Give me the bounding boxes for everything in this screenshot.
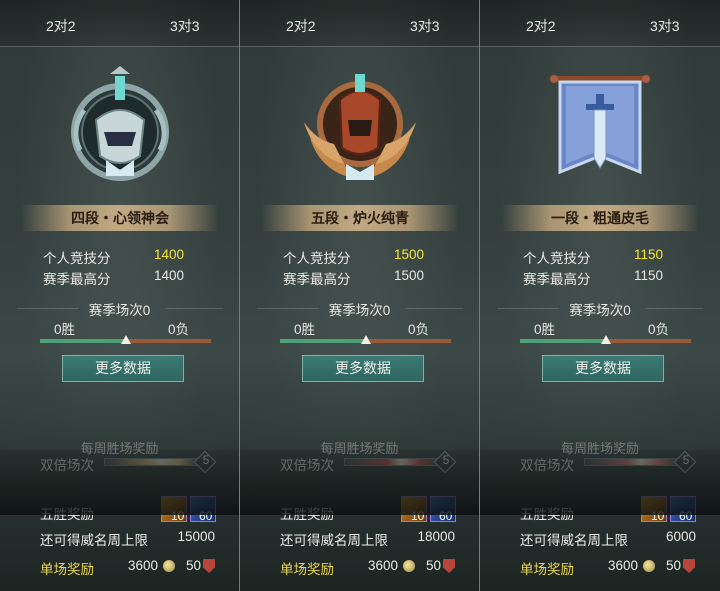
rank-panel-3: 2对2 3对3 一段・粗通皮毛 个人竞技分 1150 赛季最高分 1150 赛季… [480, 0, 720, 591]
single-badge-value: 50 [666, 558, 682, 573]
silver-helmet-emblem-icon [71, 66, 169, 181]
rank-name: 一段・粗通皮毛 [502, 205, 698, 231]
weekly-cap-value: 15000 [177, 529, 215, 544]
bronze-winged-helmet-emblem-icon [304, 74, 416, 180]
blue-banner-sword-emblem-icon [550, 75, 650, 175]
rank-name: 四段・心领神会 [22, 205, 218, 231]
wins-count: 0胜 [54, 322, 76, 337]
weekly-cap-value: 18000 [417, 529, 455, 544]
double-fill [585, 459, 679, 465]
weekly-cap-value: 6000 [665, 529, 696, 544]
wins-count: 0胜 [294, 322, 316, 337]
coin-icon [163, 560, 175, 572]
single-coins-value: 3600 [368, 558, 399, 573]
personal-score-label: 个人竞技分 [283, 251, 351, 266]
win-segment [40, 339, 126, 343]
more-data-button[interactable]: 更多数据 [542, 355, 664, 382]
weekly-cap-label: 还可得威名周上限 [40, 533, 148, 548]
ratio-marker-icon [361, 335, 371, 344]
double-matches-label: 双倍场次 [280, 458, 334, 473]
reward-2-count: 60 [439, 509, 453, 523]
five-win-reward-label: 五胜奖励 [520, 507, 574, 522]
wins-count: 0胜 [534, 322, 556, 337]
single-match-reward-label: 单场奖励 [40, 562, 94, 577]
loss-segment [126, 339, 211, 343]
win-loss-bar [280, 335, 451, 344]
personal-score-value: 1400 [154, 247, 185, 262]
rank-panel-1: 2对2 3对3 四段・心领神会 个人竞技分 1400 赛季最高分 1400 赛季… [0, 0, 240, 591]
more-data-button[interactable]: 更多数据 [302, 355, 424, 382]
double-fill [345, 459, 439, 465]
rank-name: 五段・炉火纯青 [262, 205, 458, 231]
win-loss-bar [40, 335, 211, 344]
single-match-reward-label: 单场奖励 [520, 562, 574, 577]
win-loss-bar [520, 335, 691, 344]
season-high-label: 赛季最高分 [523, 272, 591, 287]
double-max: 5 [442, 453, 450, 467]
loss-segment [366, 339, 451, 343]
win-segment [520, 339, 606, 343]
personal-score-value: 1150 [634, 247, 664, 262]
tab-2v2[interactable]: 2对2 [286, 16, 316, 36]
ratio-marker-icon [601, 335, 611, 344]
single-badge-value: 50 [426, 558, 442, 573]
reward-1-count: 10 [651, 509, 665, 523]
losses-count: 0负 [408, 322, 430, 337]
double-max: 5 [682, 453, 690, 467]
shield-badge-icon [443, 559, 455, 573]
tab-3v3[interactable]: 3对3 [410, 16, 440, 36]
rank-panel-2: 2对2 3对3 五段・炉火纯青 个人竞技分 1500 赛季最高分 1500 赛季… [240, 0, 480, 591]
season-matches: 赛季场次0 [569, 303, 631, 318]
season-matches: 赛季场次0 [88, 303, 151, 318]
double-matches-label: 双倍场次 [520, 458, 574, 473]
arena-rank-screen: 2对2 3对3 四段・心领神会 个人竞技分 1400 赛季最高分 1400 赛季… [0, 0, 720, 591]
single-coins-value: 3600 [608, 558, 639, 573]
double-matches-bar: 5 [104, 450, 217, 474]
single-match-reward-label: 单场奖励 [280, 562, 334, 577]
personal-score-value: 1500 [394, 247, 425, 262]
season-high-label: 赛季最高分 [43, 272, 111, 287]
season-high-value: 1500 [394, 268, 425, 283]
tab-3v3[interactable]: 3对3 [170, 16, 200, 36]
reward-1-count: 10 [411, 509, 425, 523]
double-matches-bar: 5 [344, 450, 457, 474]
personal-score-label: 个人竞技分 [523, 251, 591, 266]
mode-tabs: 2对2 3对3 [240, 0, 479, 47]
season-high-value: 1150 [634, 268, 664, 283]
reward-1-count: 10 [171, 509, 185, 523]
mode-tabs: 2对2 3对3 [0, 0, 239, 47]
personal-score-label: 个人竞技分 [43, 251, 111, 266]
loss-segment [606, 339, 691, 343]
losses-count: 0负 [648, 322, 670, 337]
mode-tabs: 2对2 3对3 [480, 0, 720, 47]
ratio-marker-icon [121, 335, 131, 344]
losses-count: 0负 [168, 322, 190, 337]
coin-icon [403, 560, 415, 572]
tab-3v3[interactable]: 3对3 [650, 16, 680, 36]
reward-2-count: 60 [679, 509, 693, 523]
weekly-cap-label: 还可得威名周上限 [280, 533, 388, 548]
double-matches-bar: 5 [584, 450, 697, 474]
shield-badge-icon [683, 559, 695, 573]
single-coins-value: 3600 [128, 558, 159, 573]
reward-2-count: 60 [199, 509, 213, 523]
single-badge-value: 50 [186, 558, 202, 573]
season-matches: 赛季场次0 [328, 303, 391, 318]
shield-badge-icon [203, 559, 215, 573]
five-win-reward-label: 五胜奖励 [280, 507, 334, 522]
weekly-cap-label: 还可得威名周上限 [520, 533, 628, 548]
double-fill [105, 459, 199, 465]
more-data-button[interactable]: 更多数据 [62, 355, 184, 382]
coin-icon [643, 560, 655, 572]
five-win-reward-label: 五胜奖励 [40, 507, 94, 522]
tab-2v2[interactable]: 2对2 [46, 16, 76, 36]
double-matches-label: 双倍场次 [40, 458, 94, 473]
season-high-value: 1400 [154, 268, 185, 283]
season-high-label: 赛季最高分 [283, 272, 351, 287]
double-max: 5 [202, 453, 210, 467]
tab-2v2[interactable]: 2对2 [526, 16, 556, 36]
win-segment [280, 339, 366, 343]
